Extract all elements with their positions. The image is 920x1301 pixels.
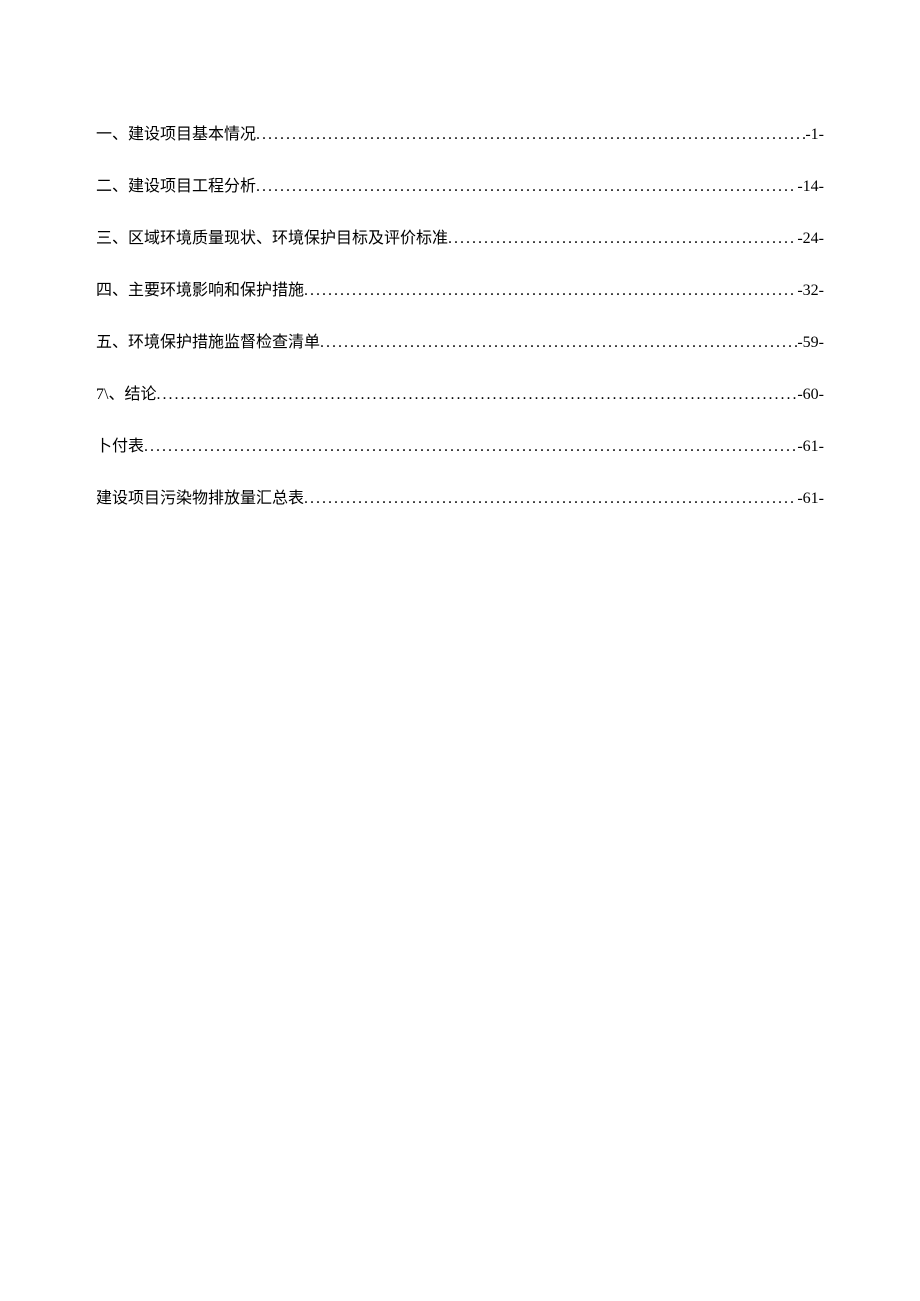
toc-entry-title: 三、区域环境质量现状、环境保护目标及评价标准 (96, 224, 448, 248)
toc-leader-dots (256, 178, 797, 196)
toc-entry-page: -60- (797, 386, 824, 404)
toc-entry: 四、主要环境影响和保护措施 -32- (96, 276, 824, 300)
toc-entry-title: 7\、结论 (96, 380, 156, 404)
toc-leader-dots (156, 386, 797, 404)
toc-leader-dots (304, 490, 797, 508)
toc-leader-dots (320, 334, 797, 352)
toc-entry: 7\、结论 -60- (96, 380, 824, 404)
toc-entry: 建设项目污染物排放量汇总表 -61- (96, 484, 824, 508)
toc-entry-title: 建设项目污染物排放量汇总表 (96, 484, 304, 508)
toc-entry: 卜付表 -61- (96, 432, 824, 456)
toc-entry-title: 五、环境保护措施监督检查清单 (96, 328, 320, 352)
toc-entry-title: 二、建设项目工程分析 (96, 172, 256, 196)
toc-leader-dots (304, 282, 797, 300)
toc-entry-page: -61- (797, 490, 824, 508)
toc-entry: 一、建设项目基本情况 -1- (96, 120, 824, 144)
toc-entry-title: 一、建设项目基本情况 (96, 120, 256, 144)
toc-entry-page: -61- (797, 438, 824, 456)
toc-entry: 二、建设项目工程分析 -14- (96, 172, 824, 196)
toc-entry-page: -14- (797, 178, 824, 196)
toc-entry-title: 卜付表 (96, 432, 144, 456)
toc-leader-dots (448, 230, 797, 248)
toc-leader-dots (256, 126, 805, 144)
toc-entry-page: -24- (797, 230, 824, 248)
toc-leader-dots (144, 438, 797, 456)
toc-entry: 五、环境保护措施监督检查清单 -59- (96, 328, 824, 352)
table-of-contents: 一、建设项目基本情况 -1- 二、建设项目工程分析 -14- 三、区域环境质量现… (96, 120, 824, 508)
toc-entry-page: -59- (797, 334, 824, 352)
toc-entry-page: -1- (805, 126, 824, 144)
toc-entry-title: 四、主要环境影响和保护措施 (96, 276, 304, 300)
toc-entry-page: -32- (797, 282, 824, 300)
toc-entry: 三、区域环境质量现状、环境保护目标及评价标准 -24- (96, 224, 824, 248)
